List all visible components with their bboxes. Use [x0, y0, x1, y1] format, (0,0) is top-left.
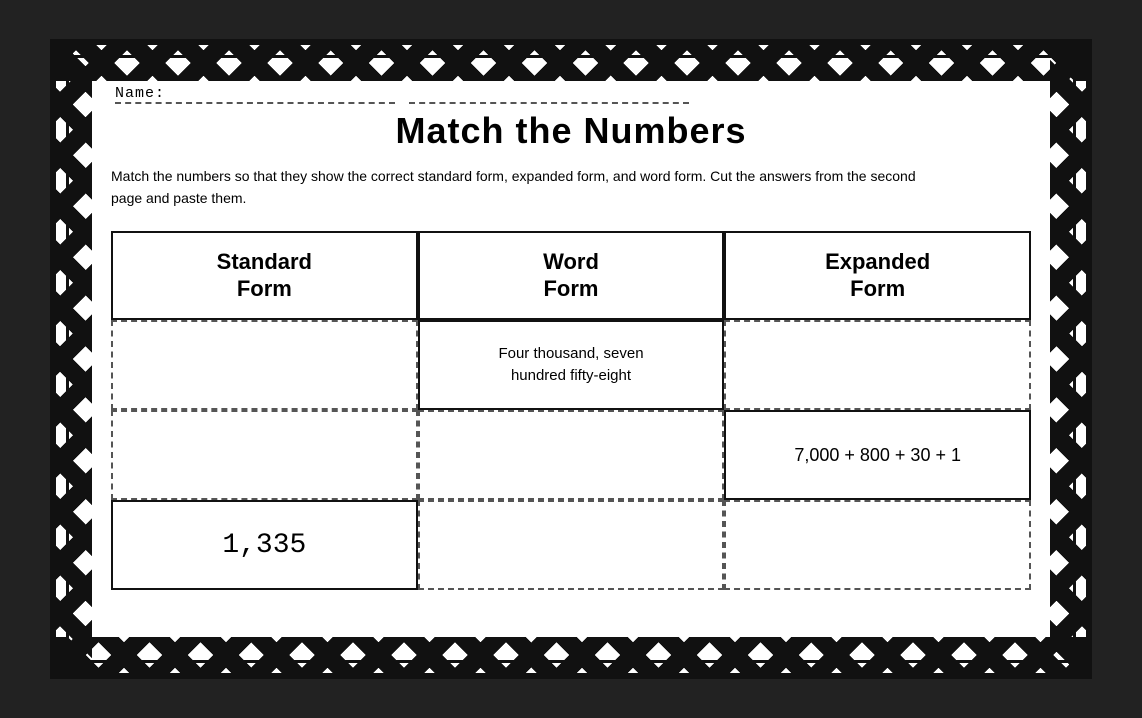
table-header-row: Standard Form Word Form Expanded Form: [111, 231, 1031, 320]
zigzag-left: [56, 45, 92, 673]
zigzag-right: [1050, 45, 1086, 673]
table-row: 1,335: [111, 500, 1031, 590]
header-word-form: Word Form: [418, 231, 725, 320]
name-line: Name:: [111, 85, 1031, 104]
cell-standard-1: [111, 410, 418, 500]
cell-expanded-1: 7,000 + 800 + 30 + 1: [724, 410, 1031, 500]
page-title: Match the Numbers: [111, 110, 1031, 152]
instructions-text: Match the numbers so that they show the …: [111, 166, 931, 209]
cell-expanded-2: [724, 500, 1031, 590]
cell-expanded-0: [724, 320, 1031, 410]
header-standard-form: Standard Form: [111, 231, 418, 320]
name-underline: [409, 102, 689, 104]
table-row: Four thousand, seven hundred fifty-eight: [111, 320, 1031, 410]
name-label: Name:: [115, 85, 395, 104]
zigzag-bottom: [56, 637, 1086, 673]
content-area: Name: Match the Numbers Match the number…: [111, 85, 1031, 590]
cell-word-0: Four thousand, seven hundred fifty-eight: [418, 320, 725, 410]
cell-word-2: [418, 500, 725, 590]
cell-standard-2: 1,335: [111, 500, 418, 590]
table-body: Four thousand, seven hundred fifty-eight…: [111, 320, 1031, 590]
header-expanded-form: Expanded Form: [724, 231, 1031, 320]
cell-word-1: [418, 410, 725, 500]
page-wrapper: Name: Match the Numbers Match the number…: [50, 39, 1092, 679]
cell-standard-0: [111, 320, 418, 410]
zigzag-top: [56, 45, 1086, 81]
match-table: Standard Form Word Form Expanded Form Fo…: [111, 231, 1031, 590]
table-row: 7,000 + 800 + 30 + 1: [111, 410, 1031, 500]
